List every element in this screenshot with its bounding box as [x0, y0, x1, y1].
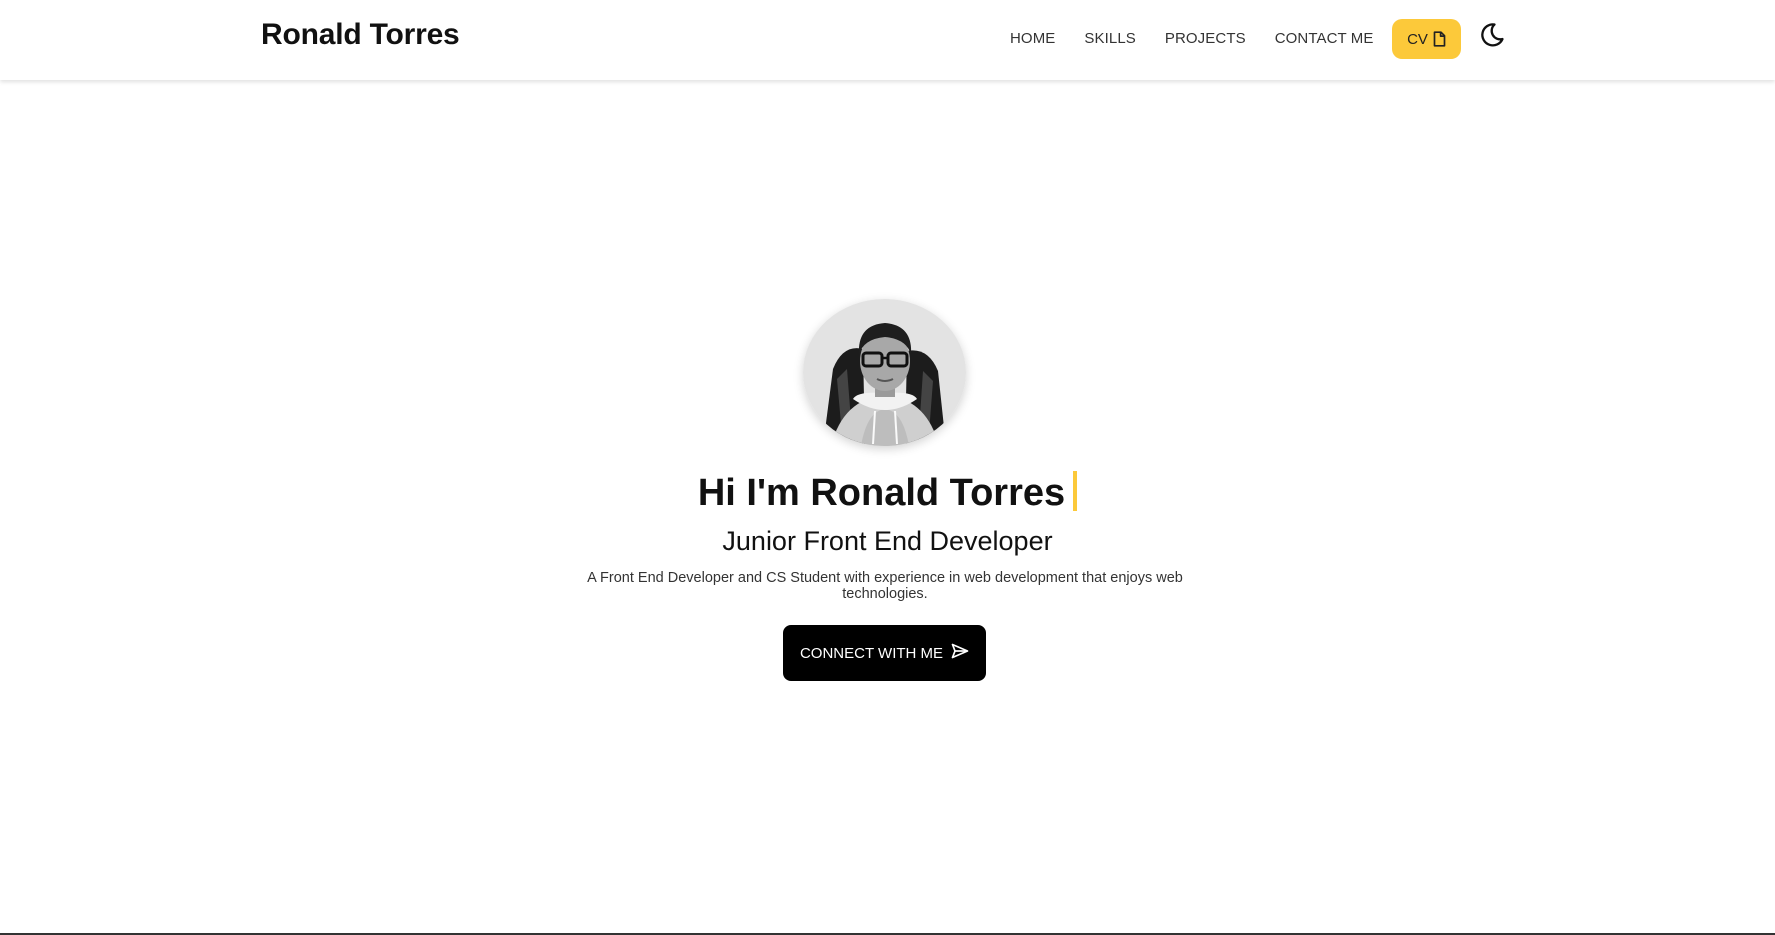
nav-link-skills[interactable]: SKILLS — [1084, 30, 1135, 47]
typing-cursor — [1073, 471, 1078, 511]
connect-with-me-button[interactable]: CONNECT WITH ME — [783, 625, 986, 681]
hero-description: A Front End Developer and CS Student wit… — [587, 570, 1183, 602]
file-icon — [1433, 31, 1446, 47]
profile-avatar — [803, 299, 966, 446]
send-icon — [951, 643, 969, 663]
hero-title-text: Hi I'm Ronald Torres — [697, 472, 1066, 514]
cv-download-button[interactable]: CV — [1392, 19, 1461, 59]
nav-link-contact-me[interactable]: CONTACT ME — [1275, 30, 1374, 47]
hero-subtitle: Junior Front End Developer — [722, 526, 1053, 556]
cv-button-label: CV — [1407, 30, 1428, 48]
moon-icon — [1479, 22, 1505, 53]
navbar: Ronald Torres HOME SKILLS PROJECTS CONTA… — [0, 0, 1775, 80]
connect-button-label: CONNECT WITH ME — [799, 644, 944, 662]
nav-link-projects[interactable]: PROJECTS — [1165, 30, 1246, 47]
hero-section: Hi I'm Ronald Torres Junior Front End De… — [0, 80, 1775, 934]
nav-links: HOME SKILLS PROJECTS CONTACT ME — [1010, 0, 1402, 76]
brand-name[interactable]: Ronald Torres — [261, 18, 460, 52]
hero-title: Hi I'm Ronald Torres — [0, 468, 1775, 518]
nav-link-home[interactable]: HOME — [1010, 30, 1055, 47]
theme-toggle-button[interactable] — [1477, 22, 1507, 52]
